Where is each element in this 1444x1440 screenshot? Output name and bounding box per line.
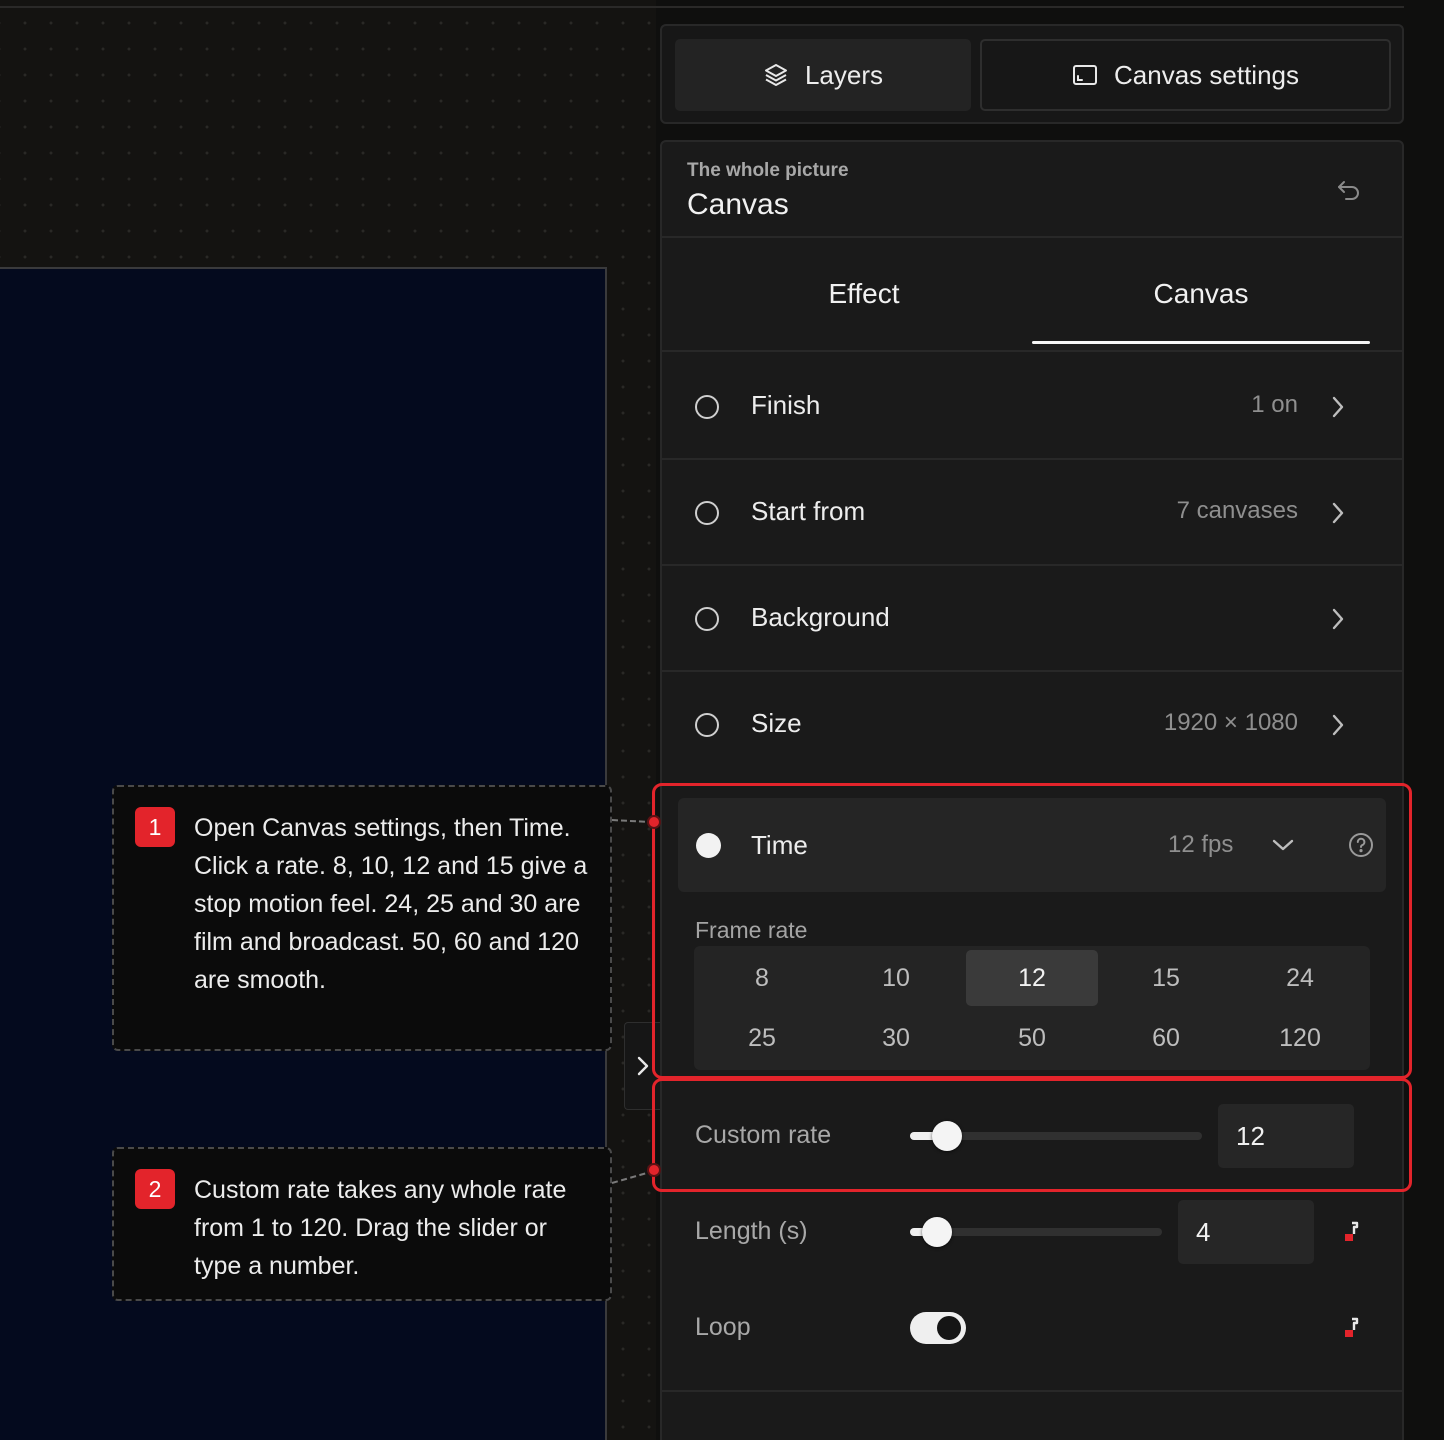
row-value: 7 canvases [1176, 497, 1298, 524]
step-badge: 1 [135, 807, 175, 847]
length-label: Length (s) [695, 1217, 808, 1245]
top-divider [0, 0, 1404, 8]
keyframe-icon[interactable] [1342, 1316, 1362, 1340]
row-label: Size [751, 708, 802, 738]
setting-row-finish[interactable]: Finish 1 on [662, 354, 1402, 460]
length-input[interactable]: 4 [1178, 1200, 1314, 1264]
frame-icon [1073, 65, 1097, 85]
setting-row-size[interactable]: Size 1920 × 1080 [662, 672, 1402, 778]
panel-kicker: The whole picture [687, 160, 849, 181]
radio[interactable] [695, 395, 719, 419]
subtab-bar: Effect Canvas [662, 238, 1402, 352]
tab-label: Layers [804, 59, 884, 90]
highlight-custom-rate [652, 1078, 1412, 1192]
subtab-canvas[interactable]: Canvas [1032, 238, 1370, 350]
chevron-right-icon [1332, 714, 1344, 736]
connector-dot [647, 815, 661, 829]
keyframe-icon[interactable] [1342, 1220, 1362, 1244]
highlight-frame-rate [652, 783, 1412, 1079]
radio[interactable] [695, 607, 719, 631]
slider-thumb[interactable] [922, 1217, 952, 1247]
connector-dot [647, 1163, 661, 1177]
tutorial-callout-2: 2 Custom rate takes any whole rate from … [112, 1147, 612, 1301]
chevron-right-icon [637, 1056, 648, 1076]
radio[interactable] [695, 501, 719, 525]
callout-text: Open Canvas settings, then Time. Click a… [194, 814, 588, 994]
layers-icon [764, 64, 787, 86]
panel-tab-bar: Layers Canvas settings [660, 24, 1404, 124]
loop-label: Loop [695, 1313, 751, 1341]
setting-row-start-from[interactable]: Start from 7 canvases [662, 460, 1402, 566]
row-value: 1920 × 1080 [1163, 709, 1298, 736]
tab-canvas-settings[interactable]: Canvas settings [980, 39, 1391, 111]
row-value: 1 on [1251, 391, 1298, 418]
toggle-knob [937, 1316, 961, 1340]
chevron-right-icon [1332, 502, 1344, 524]
tutorial-callout-1: 1 Open Canvas settings, then Time. Click… [112, 785, 612, 1051]
step-badge: 2 [135, 1169, 175, 1209]
row-label: Finish [751, 390, 821, 420]
length-slider[interactable] [910, 1217, 1162, 1247]
panel-header: The whole picture Canvas [662, 142, 1402, 238]
subtab-effect[interactable]: Effect [696, 238, 1032, 350]
panel-title: Canvas [687, 188, 789, 221]
callout-text: Custom rate takes any whole rate from 1 … [194, 1176, 567, 1280]
row-label: Start from [751, 496, 866, 526]
tab-label: Canvas settings [1114, 59, 1299, 90]
radio[interactable] [695, 713, 719, 737]
chevron-right-icon [1332, 396, 1344, 418]
row-label: Background [751, 602, 890, 632]
setting-row-background[interactable]: Background [662, 566, 1402, 672]
undo-icon[interactable] [1336, 178, 1362, 202]
section-divider [662, 1390, 1402, 1392]
loop-toggle[interactable] [910, 1312, 966, 1344]
tab-layers[interactable]: Layers [675, 39, 971, 111]
chevron-right-icon [1332, 608, 1344, 630]
